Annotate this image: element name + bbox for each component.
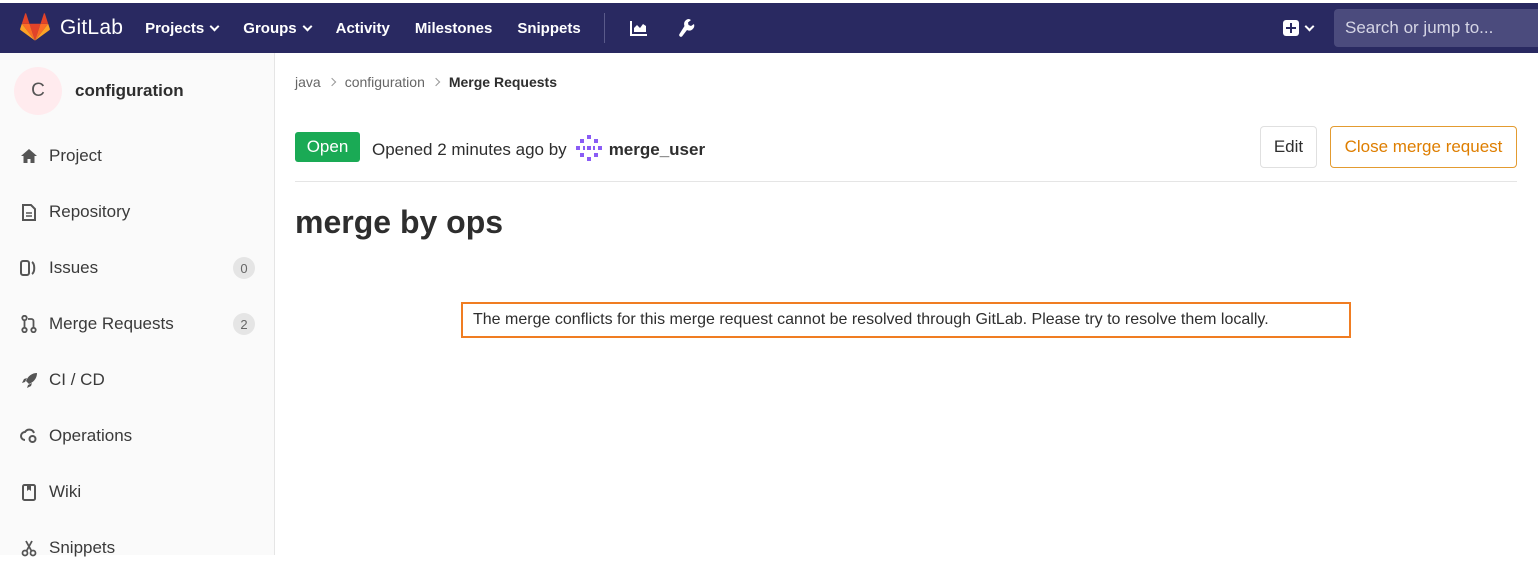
search-input[interactable]: Search or jump to... [1334,9,1538,47]
nav-activity[interactable]: Activity [336,20,390,37]
nav-snippets-label: Snippets [517,19,581,37]
merge-request-icon [20,315,38,333]
breadcrumb: java configuration Merge Requests [295,74,557,90]
nav-projects-label: Projects [145,19,205,37]
search-placeholder: Search or jump to... [1345,18,1494,37]
issues-icon [20,259,38,277]
rocket-icon [20,371,38,389]
cloud-gear-icon [20,427,38,445]
close-merge-request-button[interactable]: Close merge request [1330,126,1517,168]
nav-projects[interactable]: Projects [145,19,220,37]
nav-divider [603,13,605,43]
nav-right: Search or jump to... [1283,3,1538,53]
edit-button[interactable]: Edit [1260,126,1317,168]
nav-groups[interactable]: Groups [243,19,313,37]
book-icon [20,483,38,501]
sidebar-item-label: Wiki [49,482,82,501]
chart-icon[interactable] [629,18,650,38]
brand-name: GitLab [60,16,124,39]
home-icon [20,147,38,165]
chevron-down-icon [209,21,220,31]
merge-requests-count-badge: 2 [233,313,255,335]
plus-square-icon [1283,20,1299,36]
nav-snippets[interactable]: Snippets [517,20,580,37]
merge-request-header: Open Opened 2 minutes ago by merge_user … [295,126,1517,182]
user-avatar-icon[interactable] [575,134,603,162]
gitlab-home-link[interactable]: GitLab [20,13,123,43]
sidebar-item-operations[interactable]: Operations [0,416,274,456]
sidebar-item-ci-cd[interactable]: CI / CD [0,360,274,400]
nav-milestones[interactable]: Milestones [415,20,493,37]
nav-groups-label: Groups [243,19,297,37]
sidebar-item-issues[interactable]: Issues 0 [0,248,274,288]
main-nav: Projects Groups Activity Milestones Snip… [145,3,726,53]
sidebar-item-label: Merge Requests [49,314,174,333]
sidebar-item-project[interactable]: Project [0,136,274,176]
chevron-down-icon [1304,21,1315,31]
nav-activity-label: Activity [335,19,390,37]
sidebar-item-wiki[interactable]: Wiki [0,472,274,512]
conflict-message: The merge conflicts for this merge reque… [461,302,1351,338]
gitlab-logo-icon [20,13,50,41]
opened-info: Opened 2 minutes ago by merge_user [372,134,705,162]
issues-count-badge: 0 [233,257,255,279]
breadcrumb-link-java[interactable]: java [295,74,321,90]
project-name: configuration [75,81,184,100]
top-navbar: GitLab Projects Groups Activity Mileston… [0,0,1538,53]
page-title: merge by ops [295,204,504,240]
wrench-icon[interactable] [678,18,698,38]
sidebar-item-merge-requests[interactable]: Merge Requests 2 [0,304,274,344]
sidebar-project-header[interactable]: C configuration [0,53,274,129]
sidebar-item-label: Repository [49,202,131,221]
sidebar-item-snippets[interactable]: Snippets [0,528,274,568]
sidebar-item-label: Issues [49,258,99,277]
sidebar-item-repository[interactable]: Repository [0,192,274,232]
breadcrumb-current[interactable]: Merge Requests [449,74,557,90]
doc-icon [20,203,38,221]
sidebar-item-label: CI / CD [49,370,105,389]
chevron-right-icon [327,77,336,87]
sidebar-item-label: Snippets [49,538,116,557]
status-badge: Open [295,132,360,162]
opened-text: Opened 2 minutes ago by [372,139,567,159]
sidebar-item-label: Project [49,146,102,165]
chevron-down-icon [302,21,313,31]
nav-milestones-label: Milestones [414,19,493,37]
project-sidebar: C configuration Project Repository Issue… [0,53,275,557]
new-dropdown[interactable] [1283,20,1315,36]
author-link[interactable]: merge_user [609,140,705,160]
scissors-icon [20,539,38,557]
breadcrumb-link-configuration[interactable]: configuration [345,74,425,90]
chevron-right-icon [431,77,441,87]
sidebar-item-label: Operations [49,426,133,445]
project-avatar: C [14,67,62,115]
